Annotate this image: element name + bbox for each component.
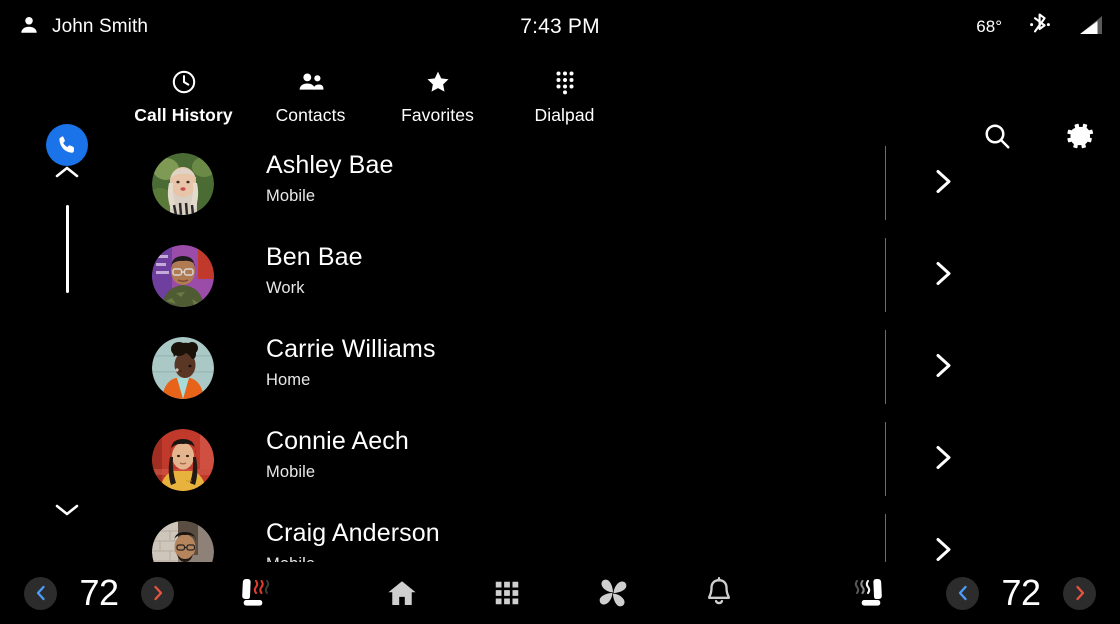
- passenger-climate-controls: 72: [848, 572, 1096, 614]
- list-item[interactable]: Carrie Williams Home: [0, 322, 1120, 414]
- passenger-temperature-group: 72: [946, 572, 1096, 614]
- list-item-text: Ben Bae Work: [266, 243, 363, 298]
- passenger-temp-decrease-button[interactable]: [946, 576, 979, 610]
- list-item[interactable]: Connie Aech Mobile: [0, 414, 1120, 506]
- bluetooth-icon[interactable]: [1028, 12, 1052, 43]
- driver-temperature-group: 72: [24, 572, 174, 614]
- people-icon: [297, 68, 325, 96]
- climate-button[interactable]: [596, 576, 630, 610]
- contact-name: Carrie Williams: [266, 335, 436, 363]
- clock: 7:43 PM: [520, 15, 600, 38]
- driver-temp-decrease-button[interactable]: [24, 576, 57, 610]
- phone-tab-bar: Call History Contacts Favorites Dialpad: [0, 54, 1120, 166]
- driver-seat-heater-icon[interactable]: [234, 574, 276, 612]
- notifications-button[interactable]: [704, 577, 734, 609]
- tab-label: Dialpad: [534, 105, 595, 125]
- dialpad-icon: [552, 68, 578, 96]
- contact-type: Mobile: [266, 463, 316, 481]
- chevron-right-icon[interactable]: [932, 444, 956, 477]
- contact-name: Connie Aech: [266, 427, 409, 455]
- list-item-text: Ashley Bae Mobile: [266, 151, 393, 206]
- signal-bars-icon: [1078, 14, 1104, 41]
- contact-type: Mobile: [266, 187, 316, 205]
- home-button[interactable]: [386, 577, 418, 609]
- apps-button[interactable]: [492, 578, 522, 608]
- driver-climate-controls: 72: [24, 572, 276, 614]
- avatar: [152, 337, 214, 399]
- contact-name: Ben Bae: [266, 243, 363, 271]
- avatar: [152, 245, 214, 307]
- contact-name: Ashley Bae: [266, 151, 394, 179]
- tab-label: Contacts: [275, 105, 346, 125]
- row-divider: [885, 422, 886, 496]
- list-item-text: Connie Aech Mobile: [266, 427, 409, 482]
- star-icon: [424, 68, 452, 96]
- passenger-temp-increase-button[interactable]: [1063, 576, 1096, 610]
- row-divider: [885, 238, 886, 312]
- chevron-right-icon[interactable]: [932, 352, 956, 385]
- contact-type: Home: [266, 371, 311, 389]
- contact-type: Mobile: [266, 555, 440, 562]
- clock-icon: [171, 68, 197, 96]
- passenger-seat-heater-icon[interactable]: [848, 574, 890, 612]
- tab-dialpad[interactable]: Dialpad: [501, 62, 628, 126]
- outside-temperature: 68°: [976, 17, 1002, 36]
- avatar: [152, 429, 214, 491]
- list-item-text: Craig Anderson Mobile: [266, 519, 440, 562]
- list-item[interactable]: Ben Bae Work: [0, 230, 1120, 322]
- tab-contacts[interactable]: Contacts: [247, 62, 374, 126]
- status-bar: John Smith 7:43 PM 68°: [0, 0, 1120, 54]
- driver-temp-value: 72: [79, 572, 119, 613]
- list-item-text: Carrie Williams Home: [266, 335, 436, 390]
- row-divider: [885, 330, 886, 404]
- driver-temp-increase-button[interactable]: [141, 576, 174, 610]
- infotainment-screen: John Smith 7:43 PM 68° Call History Cont…: [0, 0, 1120, 624]
- passenger-temp-value: 72: [1001, 572, 1041, 613]
- row-divider: [885, 514, 886, 562]
- tab-list: Call History Contacts Favorites Dialpad: [120, 62, 628, 126]
- row-divider: [885, 146, 886, 220]
- chevron-right-icon[interactable]: [932, 260, 956, 293]
- list-item[interactable]: Craig Anderson Mobile: [0, 506, 1120, 562]
- contact-type: Work: [266, 279, 305, 297]
- avatar: [152, 153, 214, 215]
- avatar: [152, 521, 214, 562]
- chevron-right-icon[interactable]: [932, 168, 956, 201]
- tab-label: Call History: [134, 105, 233, 125]
- call-history-list[interactable]: Ashley Bae Mobile Ben Bae Work Carrie Wi…: [0, 138, 1120, 562]
- tab-call-history[interactable]: Call History: [120, 62, 247, 126]
- system-bottom-bar: 72 72: [0, 562, 1120, 624]
- contact-name: Craig Anderson: [266, 519, 440, 547]
- chevron-right-icon[interactable]: [932, 536, 956, 563]
- list-item[interactable]: Ashley Bae Mobile: [0, 138, 1120, 230]
- status-icons: 68°: [976, 0, 1104, 54]
- tab-favorites[interactable]: Favorites: [374, 62, 501, 126]
- tab-label: Favorites: [401, 105, 474, 125]
